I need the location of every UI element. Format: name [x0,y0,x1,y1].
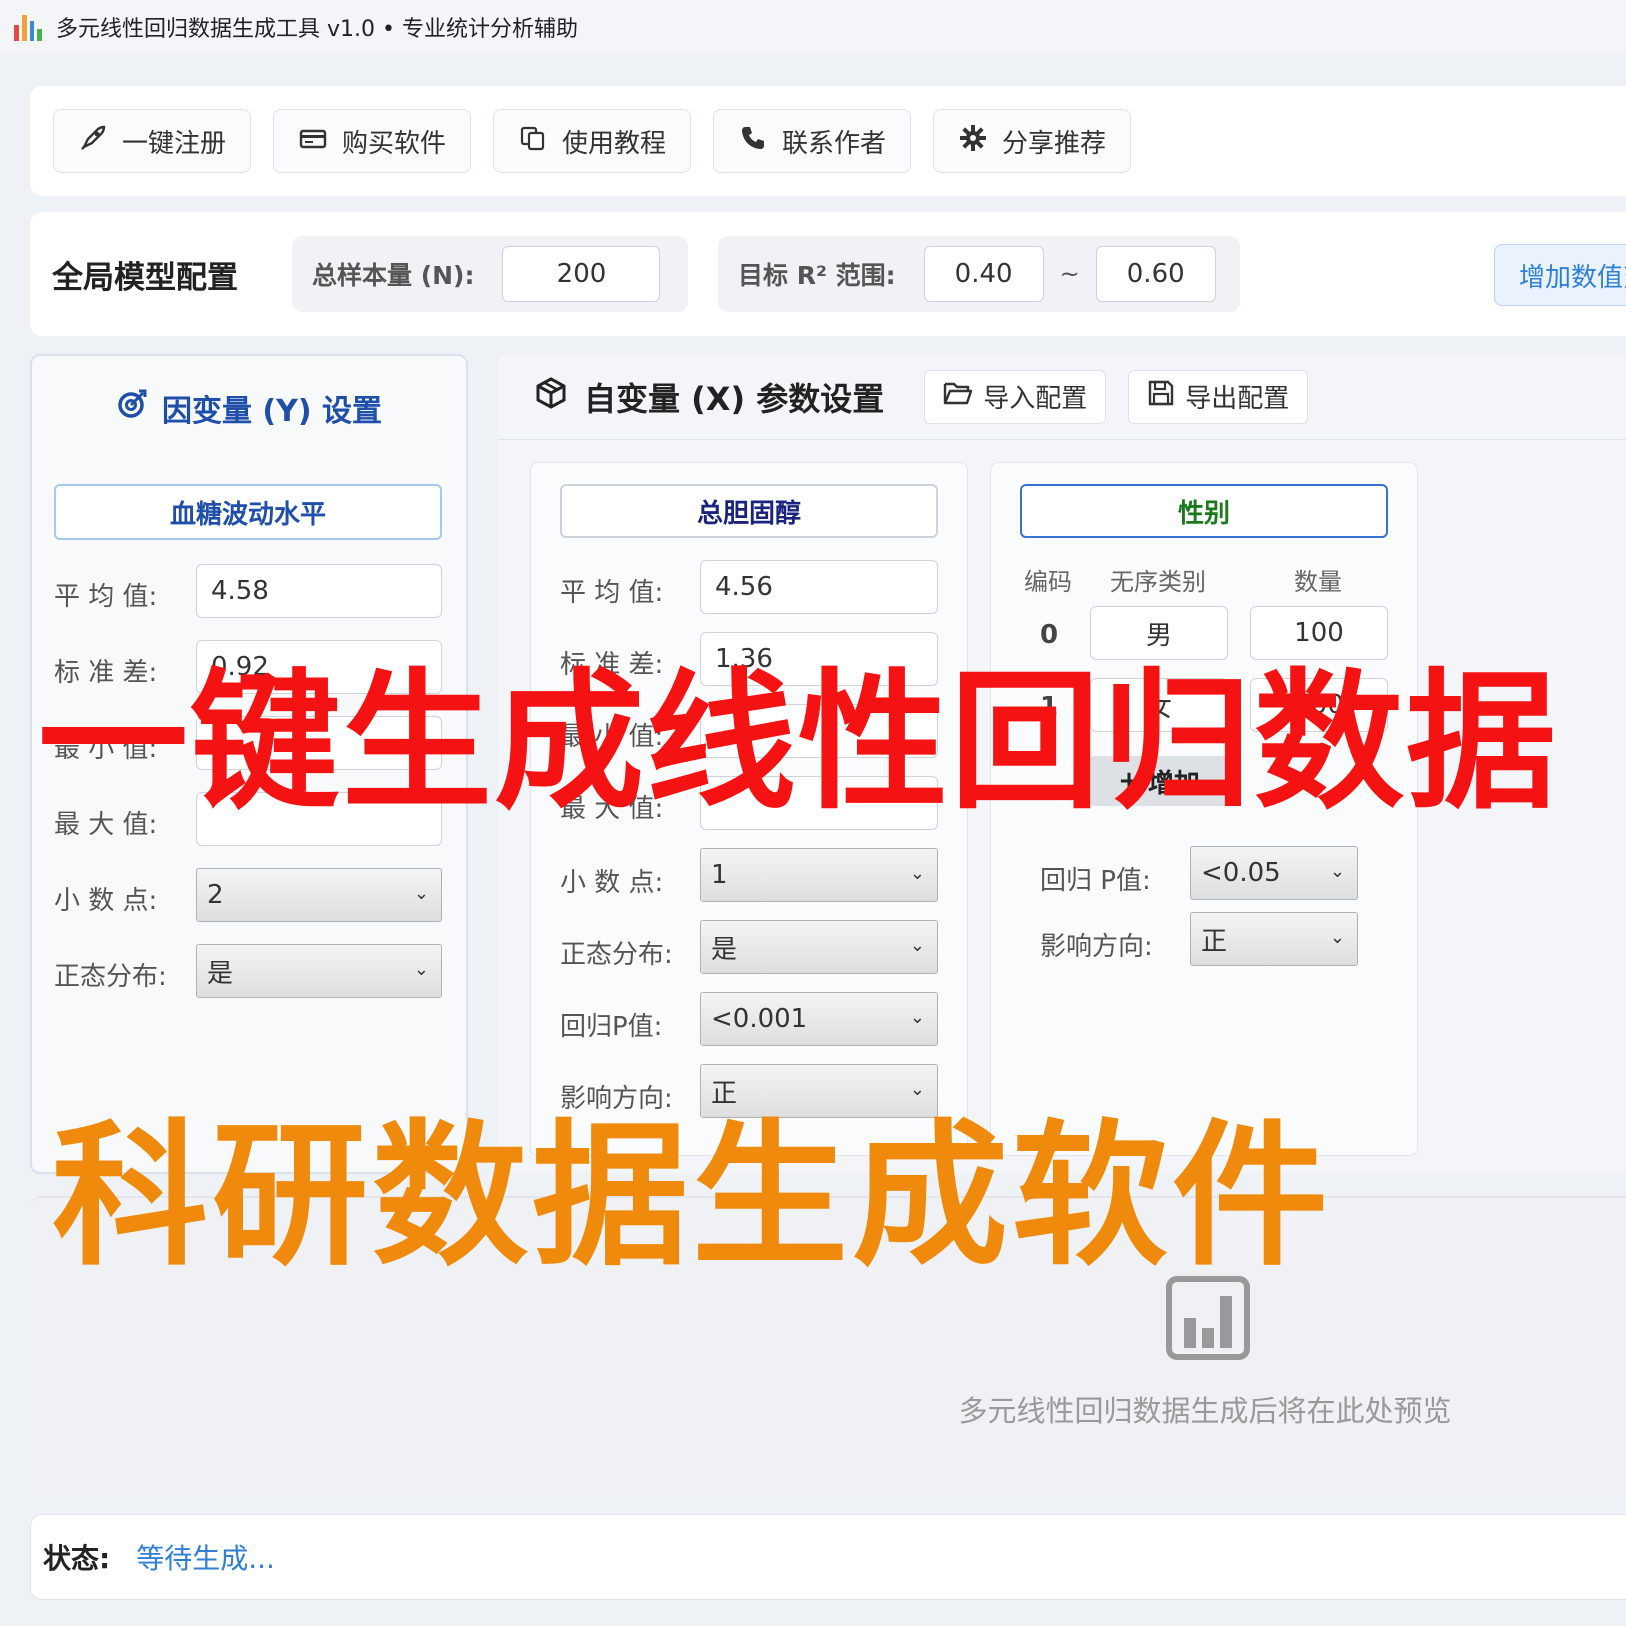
export-config-label: 导出配置 [1185,384,1290,414]
import-config-button[interactable]: 导入配置 [924,369,1107,424]
preview-placeholder: 多元线性回归数据生成后将在此处预览 [958,1394,1452,1428]
buy-label: 购买软件 [341,128,446,159]
x1-p-select[interactable]: <0.001 ⌄ [700,992,938,1046]
overlay-headline: 一键生成线性回归数据 [38,656,1559,830]
x1-variable-name[interactable]: 总胆固醇 [560,484,938,538]
r2-min-input[interactable]: 0.40 [923,246,1044,302]
phone-icon [738,123,768,160]
col-code-header: 编码 [1024,568,1072,596]
chevron-down-icon: ⌄ [1329,927,1345,948]
rocket-icon [78,123,108,160]
x-panel-title: 自变量 (X) 参数设置 [534,374,884,420]
target-icon [116,388,148,428]
bar-chart-icon [12,11,44,43]
x2-direction-select[interactable]: 正 ⌄ [1190,912,1358,966]
x1-p-value: <0.001 [711,1004,808,1034]
y-normal-label: 正态分布: [54,962,167,992]
x1-normal-select[interactable]: 是 ⌄ [700,920,938,974]
y-mean-label: 平 均 值: [54,582,158,612]
chevron-down-icon: ⌄ [909,863,925,884]
sample-size-input[interactable]: 200 [502,246,661,302]
gear-icon [958,123,988,160]
chevron-down-icon: ⌄ [909,1007,925,1028]
col-count-header: 数量 [1294,568,1342,596]
row-code: 0 [1040,620,1059,650]
x1-normal-label: 正态分布: [560,940,673,970]
x-panel-title-text: 自变量 (X) 参数设置 [584,379,885,418]
x2-p-value: <0.05 [1201,858,1281,888]
overlay-subline: 科研数据生成软件 [52,1105,1332,1287]
x2-p-select[interactable]: <0.05 ⌄ [1190,846,1358,900]
y-decimals-value: 2 [207,880,224,910]
x1-p-label: 回归P值: [560,1012,663,1042]
save-icon [1147,379,1175,414]
toolbar: 一键注册 购买软件 使用教程 联系作者 分享推荐 [30,86,1626,196]
chevron-down-icon: ⌄ [909,935,925,956]
tutorial-button[interactable]: 使用教程 [493,109,691,173]
chart-icon [1166,1276,1250,1364]
credit-card-icon [298,123,328,160]
register-label: 一键注册 [121,128,226,159]
y-mean-input[interactable]: 4.58 [196,564,442,618]
chevron-down-icon: ⌄ [909,1079,925,1100]
title-bar: 多元线性回归数据生成工具 v1.0 • 专业统计分析辅助 [0,0,1626,54]
x-panel-header: 自变量 (X) 参数设置 导入配置 导出配置 [498,354,1626,440]
y-normal-value: 是 [207,958,234,989]
y-panel-title: 因变量 (Y) 设置 [32,386,466,430]
chevron-down-icon: ⌄ [413,883,429,904]
share-label: 分享推荐 [1001,128,1106,159]
add-numeric-variable-button[interactable]: 增加数值变量 [1494,244,1626,306]
global-config-title: 全局模型配置 [52,259,238,296]
sample-size-label: 总样本量 (N): [312,261,475,290]
x2-direction-label: 影响方向: [1040,932,1153,962]
global-config: 全局模型配置 总样本量 (N): 200 目标 R² 范围: 0.40 ~ 0.… [30,212,1626,336]
chevron-down-icon: ⌄ [413,959,429,980]
y-decimals-label: 小 数 点: [54,886,158,916]
x1-mean-input[interactable]: 4.56 [700,560,938,614]
folder-open-icon [943,380,973,413]
y-normal-select[interactable]: 是 ⌄ [196,944,442,998]
window-title: 多元线性回归数据生成工具 v1.0 • 专业统计分析辅助 [56,17,578,42]
col-category-header: 无序类别 [1110,568,1206,596]
count-input[interactable]: 100 [1250,606,1388,660]
x1-decimals-label: 小 数 点: [560,868,664,898]
status-bar: 状态: 等待生成... [30,1514,1626,1600]
x1-direction-value: 正 [711,1078,738,1109]
x1-decimals-value: 1 [711,860,728,890]
status-label: 状态: [43,1542,111,1575]
x2-variable-name[interactable]: 性别 [1020,484,1388,538]
x1-mean-label: 平 均 值: [560,578,664,608]
export-config-button[interactable]: 导出配置 [1128,369,1309,424]
chevron-down-icon: ⌄ [1329,861,1345,882]
y-variable-name[interactable]: 血糖波动水平 [54,484,442,540]
r2-range-separator: ~ [1059,260,1080,288]
x1-decimals-select[interactable]: 1 ⌄ [700,848,938,902]
share-button[interactable]: 分享推荐 [933,109,1131,173]
r2-range-group: 目标 R² 范围: 0.40 ~ 0.60 [718,236,1240,312]
register-button[interactable]: 一键注册 [53,109,251,173]
x2-direction-value: 正 [1201,926,1228,957]
r2-max-input[interactable]: 0.60 [1095,246,1216,302]
copy-icon [518,123,548,160]
x2-p-label: 回归 P值: [1040,866,1151,896]
r2-range-label: 目标 R² 范围: [738,261,896,290]
import-config-label: 导入配置 [983,384,1088,414]
contact-label: 联系作者 [781,128,886,159]
y-panel-title-text: 因变量 (Y) 设置 [161,394,383,429]
y-decimals-select[interactable]: 2 ⌄ [196,868,442,922]
contact-button[interactable]: 联系作者 [713,109,911,173]
sample-size-group: 总样本量 (N): 200 [292,236,688,312]
tutorial-label: 使用教程 [561,128,666,159]
buy-button[interactable]: 购买软件 [273,109,471,173]
x1-normal-value: 是 [711,934,738,965]
status-value: 等待生成... [136,1542,275,1575]
category-input[interactable]: 男 [1090,606,1228,660]
cube-icon [534,376,568,418]
